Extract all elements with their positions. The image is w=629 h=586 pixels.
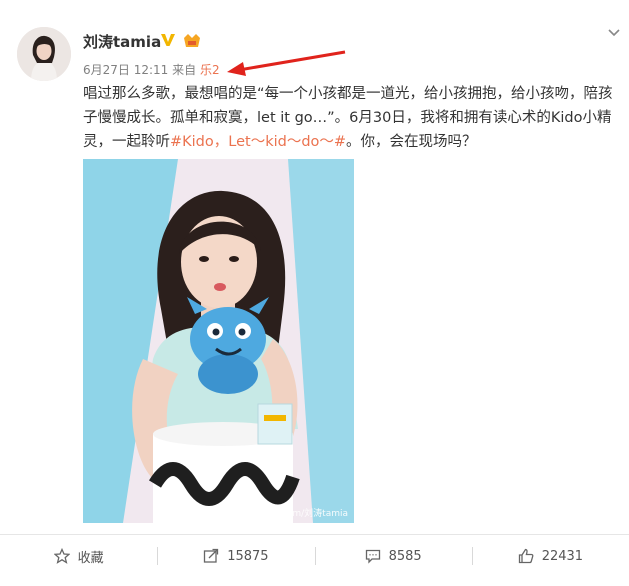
image-watermark: weibo.com/刘涛tamia (252, 509, 348, 519)
comment-button[interactable]: 8585 (314, 535, 472, 577)
source-name[interactable]: 乐2 (200, 63, 220, 77)
like-button[interactable]: 22431 (471, 535, 629, 577)
like-count: 22431 (541, 548, 584, 564)
annotation-arrow (227, 50, 346, 76)
repost-icon (204, 548, 219, 563)
verified-v-icon[interactable] (160, 32, 176, 48)
post-timestamp[interactable]: 6月27日 12:11 (83, 63, 168, 77)
comment-count: 8585 (388, 548, 422, 564)
post-text-part2: 。你，会在现场吗？ (346, 134, 477, 150)
avatar[interactable] (17, 27, 71, 81)
source-prefix: 来自 (172, 63, 197, 77)
comment-icon (365, 549, 380, 564)
favorite-button[interactable]: 收藏 (0, 535, 157, 577)
favorite-label: 收藏 (77, 550, 104, 566)
username[interactable]: 刘涛tamia (83, 31, 161, 52)
post-image[interactable]: weibo.com/刘涛tamia (83, 159, 354, 523)
chevron-down-icon[interactable] (607, 26, 621, 40)
action-bar: 收藏 15875 8585 22431 (0, 534, 629, 577)
star-icon (53, 548, 70, 564)
hashtag-link[interactable]: #Kido，Let～kid～do～# (170, 134, 346, 150)
post-text: 唱过那么多歌，最想唱的是“每一个小孩都是一道光，给小孩拥抱，给小孩吻，陪孩子慢慢… (83, 82, 623, 154)
weibo-post-card: 刘涛tamia 6月27日 12:11 来自 乐2 唱过那么多歌，最想唱的是“每… (0, 0, 629, 586)
repost-button[interactable]: 15875 (157, 535, 314, 577)
thumbs-up-icon (518, 548, 534, 564)
vip-member-icon[interactable] (182, 33, 202, 48)
repost-count: 15875 (227, 548, 269, 564)
post-meta: 6月27日 12:11 来自 乐2 (83, 61, 220, 78)
